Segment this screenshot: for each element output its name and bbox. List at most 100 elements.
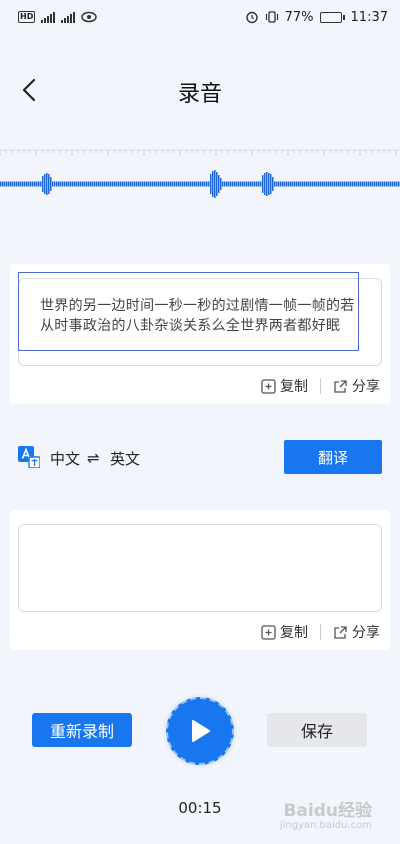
- wave-bar: [318, 181, 320, 187]
- wave-bar: [230, 181, 232, 187]
- wave-bar: [212, 171, 214, 197]
- hd-badge: HD: [18, 11, 36, 23]
- wave-bar: [310, 181, 312, 187]
- wave-bar: [300, 181, 302, 187]
- wave-bar: [252, 181, 254, 187]
- wave-bar: [86, 181, 88, 187]
- copy-button-2[interactable]: 复制: [261, 622, 308, 642]
- share-label: 分享: [352, 379, 380, 395]
- wave-bar: [78, 181, 80, 187]
- wave-bar: [384, 181, 386, 187]
- target-language[interactable]: 英文: [110, 448, 140, 469]
- wave-bar: [258, 181, 260, 187]
- wave-bar: [340, 181, 342, 187]
- header: 录音: [0, 60, 400, 120]
- wave-bar: [380, 181, 382, 187]
- translation-box[interactable]: [18, 524, 382, 612]
- wave-bar: [290, 181, 292, 187]
- status-right: 77% 11:37: [245, 10, 388, 25]
- wave-bar: [110, 181, 112, 187]
- wave-bar: [352, 181, 354, 187]
- wave-bar: [158, 181, 160, 187]
- wave-bar: [106, 181, 108, 187]
- wave-bar: [386, 181, 388, 187]
- share-icon: [334, 625, 347, 639]
- battery-icon: [319, 11, 345, 23]
- source-language[interactable]: 中文: [50, 448, 80, 469]
- share-label: 分享: [352, 625, 380, 641]
- watermark: Baidu经验: [283, 801, 372, 821]
- wave-bar: [270, 174, 272, 194]
- wave-bar: [198, 181, 200, 187]
- swap-icon[interactable]: ⇌: [87, 449, 100, 467]
- signal-icon-2: [61, 11, 76, 23]
- wave-bar: [240, 181, 242, 187]
- wave-bar: [296, 181, 298, 187]
- wave-bar: [202, 181, 204, 187]
- copy-icon: [261, 378, 276, 394]
- wave-bar: [182, 181, 184, 187]
- wave-bar: [180, 181, 182, 187]
- play-icon: [192, 720, 210, 742]
- wave-bar: [368, 181, 370, 187]
- wave-bar: [26, 181, 28, 187]
- copy-label: 复制: [280, 625, 308, 641]
- wave-bar: [188, 181, 190, 187]
- waveform-graphic: [0, 149, 400, 198]
- share-button[interactable]: 分享: [333, 376, 380, 396]
- save-button[interactable]: 保存: [267, 713, 367, 747]
- wave-bar: [8, 181, 10, 187]
- wave-bar: [174, 181, 176, 187]
- translate-bar: 中文 ⇌ 英文 翻译: [0, 440, 400, 476]
- wave-bar: [46, 173, 48, 195]
- play-button[interactable]: [166, 697, 234, 765]
- wave-bar: [20, 181, 22, 187]
- battery-percent: 77%: [284, 9, 314, 25]
- wave-bar: [126, 181, 128, 187]
- wave-bar: [260, 181, 262, 187]
- share-button-2[interactable]: 分享: [333, 622, 380, 642]
- wave-bar: [332, 181, 334, 187]
- translation-card: 复制 分享: [10, 510, 390, 650]
- wave-bar: [236, 181, 238, 187]
- wave-bar: [328, 181, 330, 187]
- vibrate-icon: [265, 11, 278, 23]
- wave-bar: [358, 181, 360, 187]
- wave-bar: [232, 181, 234, 187]
- wave-bar: [172, 181, 174, 187]
- wave-bar: [248, 181, 250, 187]
- wave-bar: [18, 181, 20, 187]
- wave-bar: [388, 181, 390, 187]
- wave-bar: [238, 181, 240, 187]
- wave-bar: [294, 181, 296, 187]
- wave-bar: [100, 181, 102, 187]
- wave-bar: [312, 181, 314, 187]
- wave-bar: [256, 181, 258, 187]
- wave-bar: [190, 181, 192, 187]
- wave-bar: [132, 181, 134, 187]
- wave-bar: [398, 181, 400, 187]
- wave-bar: [60, 181, 62, 187]
- wave-bar: [128, 181, 130, 187]
- wave-bar: [66, 181, 68, 187]
- wave-bar: [28, 181, 30, 187]
- wave-bar: [40, 181, 42, 187]
- wave-bar: [70, 181, 72, 187]
- wave-bar: [244, 181, 246, 187]
- wave-bar: [226, 181, 228, 187]
- wave-bar: [218, 175, 220, 193]
- wave-bar: [326, 181, 328, 187]
- wave-bar: [104, 181, 106, 187]
- wave-bar: [166, 181, 168, 187]
- rerecord-button[interactable]: 重新录制: [32, 713, 132, 747]
- copy-button[interactable]: 复制: [261, 376, 308, 396]
- wave-bar: [200, 181, 202, 187]
- translate-button[interactable]: 翻译: [284, 440, 382, 474]
- wave-bar: [130, 181, 132, 187]
- wave-bar: [206, 181, 208, 187]
- wave-bar: [274, 181, 276, 187]
- wave-bar: [262, 175, 264, 193]
- wave-bar: [316, 181, 318, 187]
- action-divider: [320, 624, 321, 640]
- wave-bar: [288, 181, 290, 187]
